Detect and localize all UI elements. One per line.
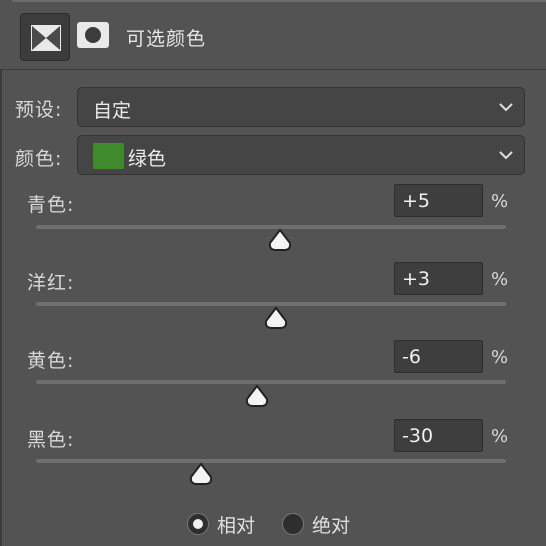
magenta-slider-thumb[interactable] — [263, 306, 289, 332]
selective-color-panel: 可选颜色 预设: 自定 颜色: 绿色 青色: +5 % 洋红: +3 % 黄色:… — [0, 0, 546, 546]
chevron-down-icon — [499, 151, 513, 160]
absolute-radio[interactable] — [282, 513, 304, 535]
black-label: 黑色: — [27, 429, 75, 451]
colors-value: 绿色 — [128, 148, 167, 170]
preset-value: 自定 — [93, 100, 132, 122]
black-value-input[interactable]: -30 — [394, 419, 483, 452]
panel-edge — [0, 70, 2, 546]
chevron-down-icon — [499, 103, 513, 112]
magenta-percent-label: % — [491, 269, 509, 290]
black-slider-track[interactable] — [36, 459, 506, 463]
panel-title: 可选颜色 — [126, 28, 207, 50]
relative-label: 相对 — [217, 515, 256, 537]
yellow-value: -6 — [402, 346, 421, 368]
yellow-label: 黄色: — [27, 350, 75, 372]
magenta-value-input[interactable]: +3 — [394, 262, 483, 295]
selective-color-icon[interactable] — [20, 13, 70, 61]
absolute-label: 绝对 — [312, 515, 351, 537]
colors-label: 颜色: — [15, 148, 63, 170]
magenta-value: +3 — [402, 268, 431, 290]
yellow-value-input[interactable]: -6 — [394, 340, 483, 373]
yellow-slider-thumb[interactable] — [244, 384, 270, 410]
cyan-value: +5 — [402, 190, 431, 212]
panel-header: 可选颜色 — [0, 0, 546, 70]
preset-label: 预设: — [15, 99, 63, 121]
cyan-value-input[interactable]: +5 — [394, 184, 483, 217]
magenta-label: 洋红: — [27, 272, 75, 294]
black-slider-thumb[interactable] — [188, 462, 214, 488]
preset-dropdown[interactable]: 自定 — [77, 87, 525, 127]
yellow-slider-track[interactable] — [36, 380, 506, 384]
black-value: -30 — [402, 425, 434, 447]
black-percent-label: % — [491, 426, 509, 447]
cyan-percent-label: % — [491, 191, 509, 212]
layer-mask-icon[interactable] — [77, 22, 109, 52]
cyan-label: 青色: — [27, 194, 75, 216]
header-divider — [12, 0, 546, 2]
cyan-slider-thumb[interactable] — [267, 228, 293, 254]
colors-dropdown[interactable]: 绿色 — [77, 135, 525, 175]
color-swatch — [93, 143, 124, 169]
relative-radio[interactable] — [187, 513, 209, 535]
yellow-percent-label: % — [491, 347, 509, 368]
